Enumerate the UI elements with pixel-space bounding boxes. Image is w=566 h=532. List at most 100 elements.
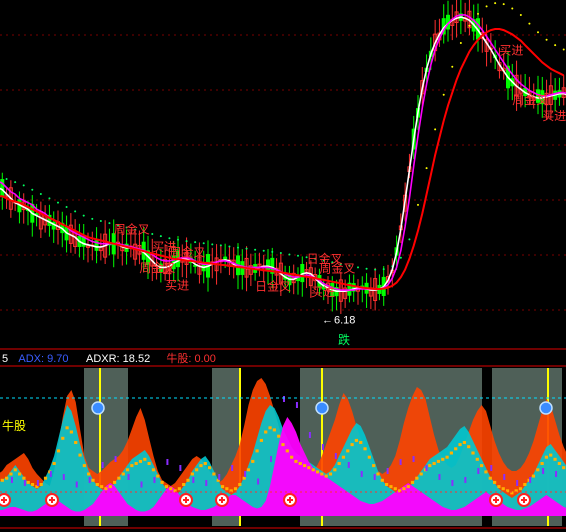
sar-dot bbox=[399, 256, 402, 259]
adx-tick bbox=[477, 468, 480, 474]
sar-dot bbox=[297, 254, 299, 257]
step-marker bbox=[544, 455, 549, 459]
step-marker bbox=[151, 468, 156, 472]
step-marker bbox=[246, 468, 251, 472]
step-marker bbox=[186, 478, 190, 482]
step-marker bbox=[30, 483, 35, 486]
sar-dot bbox=[425, 167, 428, 170]
sar-dot bbox=[537, 31, 539, 34]
adx-tick bbox=[516, 480, 519, 486]
sar-dot bbox=[82, 214, 85, 217]
signal-label: 买进 bbox=[165, 278, 189, 292]
sar-dot bbox=[108, 222, 111, 225]
sar-dot bbox=[31, 188, 34, 191]
step-marker bbox=[272, 428, 276, 432]
adx-tick bbox=[153, 477, 156, 483]
step-marker bbox=[207, 466, 212, 470]
step-marker bbox=[497, 485, 501, 489]
sar-dot bbox=[365, 267, 368, 270]
step-marker bbox=[410, 480, 415, 484]
sar-dot bbox=[202, 242, 205, 245]
sar-dot bbox=[271, 250, 274, 253]
step-marker bbox=[302, 464, 307, 468]
step-marker bbox=[359, 441, 363, 444]
step-marker bbox=[268, 426, 272, 430]
step-marker bbox=[220, 485, 225, 489]
step-marker bbox=[428, 464, 432, 468]
sar-dot bbox=[99, 220, 102, 223]
step-marker bbox=[328, 472, 333, 476]
sar-dot bbox=[382, 268, 385, 271]
step-marker bbox=[285, 449, 289, 453]
adx-tick bbox=[140, 481, 143, 488]
step-marker bbox=[164, 485, 169, 489]
step-marker bbox=[484, 470, 488, 474]
adx-tick bbox=[503, 474, 506, 480]
step-marker bbox=[125, 468, 130, 472]
step-marker bbox=[134, 462, 138, 465]
step-marker bbox=[518, 487, 523, 491]
step-marker bbox=[337, 462, 341, 465]
step-marker bbox=[5, 476, 9, 480]
step-marker bbox=[393, 487, 397, 491]
sar-dot bbox=[65, 206, 68, 208]
step-marker bbox=[74, 441, 78, 444]
step-marker bbox=[203, 462, 207, 465]
step-marker bbox=[454, 447, 458, 451]
sar-dot bbox=[502, 3, 505, 6]
sar-dot bbox=[451, 65, 454, 68]
step-marker bbox=[380, 478, 384, 482]
sar-dot bbox=[528, 22, 531, 25]
sar-dot bbox=[151, 232, 154, 235]
peak-marker bbox=[539, 401, 553, 415]
step-marker bbox=[78, 453, 82, 457]
step-marker bbox=[251, 459, 255, 463]
adx-tick bbox=[334, 453, 337, 459]
price-panel[interactable]: 周金叉周金叉买进买进周金叉日金叉日金叉买进周金叉周金叉买进买进← 6.18跌 bbox=[0, 0, 566, 350]
indicator-legend-item: 牛股: 0.00 bbox=[166, 351, 216, 365]
sar-dot bbox=[417, 203, 419, 206]
sar-dot bbox=[194, 241, 197, 244]
step-marker bbox=[367, 455, 371, 459]
step-marker bbox=[449, 451, 454, 455]
sar-dot bbox=[262, 249, 265, 252]
sar-dot bbox=[91, 217, 94, 220]
step-marker bbox=[143, 457, 147, 461]
sar-dot bbox=[477, 12, 479, 15]
step-marker bbox=[290, 455, 294, 459]
step-marker bbox=[341, 455, 346, 459]
sar-dot bbox=[357, 266, 359, 269]
step-marker bbox=[492, 480, 497, 484]
sar-dot bbox=[562, 48, 565, 51]
step-marker bbox=[419, 472, 423, 476]
sar-dot bbox=[485, 5, 488, 8]
adx-tick bbox=[399, 459, 402, 465]
step-marker bbox=[56, 449, 61, 453]
step-marker bbox=[65, 426, 69, 430]
sar-dot bbox=[22, 184, 25, 187]
indicator-legend-item: 5 bbox=[2, 353, 8, 365]
step-marker bbox=[87, 472, 91, 476]
adx-tick bbox=[192, 477, 195, 483]
sar-dot bbox=[159, 235, 162, 238]
adx-tick bbox=[218, 474, 221, 480]
adx-indicator-panel[interactable]: 5 ADX: 9.70 ADXR: 18.52 牛股: 0.00 牛股 bbox=[0, 350, 566, 532]
step-marker bbox=[17, 472, 22, 476]
step-marker bbox=[100, 485, 104, 489]
adx-tick bbox=[179, 465, 182, 471]
adx-tick bbox=[438, 474, 441, 480]
step-marker bbox=[0, 478, 4, 482]
candle-body bbox=[266, 259, 270, 271]
adx-tick bbox=[49, 471, 52, 477]
step-marker bbox=[190, 472, 194, 476]
sar-dot bbox=[185, 240, 188, 243]
step-marker bbox=[264, 430, 268, 434]
sar-dot bbox=[48, 197, 51, 200]
step-marker bbox=[557, 462, 561, 465]
step-marker bbox=[91, 478, 95, 482]
side-label: 牛股 bbox=[2, 418, 26, 433]
sar-dot bbox=[374, 268, 377, 271]
adx-tick bbox=[360, 471, 363, 477]
step-marker bbox=[350, 443, 354, 447]
sar-dot bbox=[14, 181, 17, 184]
